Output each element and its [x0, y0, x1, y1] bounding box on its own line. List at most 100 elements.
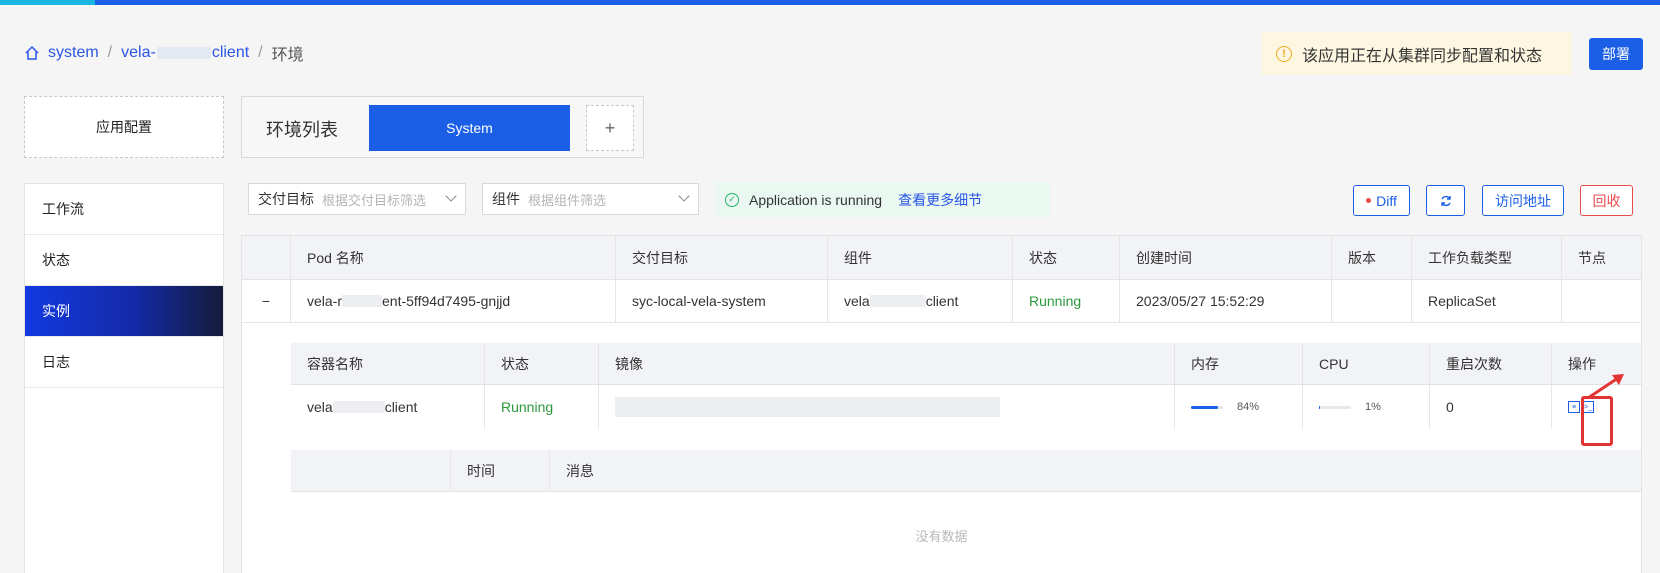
refresh-button[interactable]: [1426, 185, 1465, 216]
more-details-link[interactable]: 查看更多细节: [898, 190, 982, 210]
chevron-down-icon: [678, 190, 690, 202]
breadcrumb-system[interactable]: system: [48, 44, 99, 62]
header-cell: 重启次数: [1430, 343, 1552, 384]
container-name-suffix: client: [384, 399, 418, 415]
top-progress-bar: [0, 0, 1660, 5]
cpu-usage: 1%: [1303, 385, 1430, 429]
cpu-bar-fill: [1319, 405, 1321, 409]
table-row: vela client Running 84% 1% 0 ≡ >_: [291, 385, 1641, 429]
pod-table-header: Pod 名称 交付目标 组件 状态 创建时间 版本 工作负载类型 节点: [242, 236, 1641, 280]
pod-status: Running: [1013, 280, 1120, 322]
redacted-region: [332, 401, 385, 413]
header-cell: 状态: [1013, 236, 1120, 279]
container-name-prefix: vela: [307, 399, 333, 415]
header-cell: 消息: [566, 462, 594, 479]
annotation-arrow-icon: [1587, 374, 1624, 400]
env-list: 环境列表 System +: [241, 96, 644, 158]
env-list-title: 环境列表: [266, 120, 338, 140]
header-cell: CPU: [1303, 343, 1430, 384]
header-cell: 状态: [485, 343, 599, 384]
restart-count: 0: [1430, 385, 1552, 429]
breadcrumb-app[interactable]: vela-client: [121, 44, 249, 62]
target-filter[interactable]: 交付目标 根据交付目标筛选: [248, 183, 466, 215]
breadcrumb-env: 环境: [271, 47, 304, 64]
sidebar-item-status[interactable]: 状态: [25, 235, 223, 286]
breadcrumb-separator: /: [258, 44, 263, 61]
event-table-header: 时间 消息: [291, 450, 1641, 492]
status-banner: ✓ Application is running 查看更多细节: [715, 182, 1050, 217]
header-cell: 镜像: [599, 343, 1175, 384]
memory-bar-fill: [1191, 405, 1218, 409]
instances-panel: Pod 名称 交付目标 组件 状态 创建时间 版本 工作负载类型 节点 − ve…: [241, 235, 1642, 573]
sidebar: 工作流 状态 实例 日志: [24, 183, 224, 573]
app-config-button[interactable]: 应用配置: [24, 96, 224, 158]
redacted-region: [342, 295, 383, 307]
header-cell: 交付目标: [616, 236, 828, 279]
container-image: [599, 385, 1175, 429]
container-status: Running: [485, 385, 599, 429]
pod-name: vela-r ent-5ff94d7495-gnjjd: [291, 280, 616, 322]
breadcrumb-separator: /: [107, 44, 113, 61]
breadcrumb-app-suffix[interactable]: client: [212, 44, 249, 61]
refresh-icon: [1440, 195, 1451, 206]
warning-icon: !: [1276, 45, 1292, 62]
pod-target: syc-local-vela-system: [616, 280, 828, 322]
highlight-box: [1581, 396, 1613, 446]
target-filter-placeholder: 根据交付目标筛选: [322, 192, 427, 208]
add-env-button[interactable]: +: [586, 105, 634, 151]
memory-text: 84%: [1237, 401, 1260, 413]
header-cell: 容器名称: [291, 343, 485, 384]
breadcrumb: system / vela-client / 环境: [24, 41, 304, 65]
table-row[interactable]: − vela-r ent-5ff94d7495-gnjjd syc-local-v…: [242, 280, 1641, 323]
component-prefix: vela: [844, 293, 870, 309]
sidebar-item-logs[interactable]: 日志: [25, 337, 223, 388]
top-progress-accent: [0, 0, 95, 5]
sync-notice-text: 该应用正在从集群同步配置和状态: [1302, 47, 1543, 65]
home-icon[interactable]: [24, 45, 40, 61]
check-circle-icon: ✓: [725, 192, 739, 207]
component-filter[interactable]: 组件 根据组件筛选: [482, 183, 699, 215]
cpu-text: 1%: [1365, 401, 1381, 413]
header-cell: [242, 236, 291, 279]
visit-address-button[interactable]: 访问地址: [1482, 185, 1564, 216]
target-filter-label: 交付目标: [258, 191, 314, 207]
pod-created: 2023/05/27 15:52:29: [1120, 280, 1332, 322]
recycle-button[interactable]: 回收: [1580, 185, 1633, 216]
header-cell: Pod 名称: [291, 236, 616, 279]
header-cell: 节点: [1578, 249, 1606, 266]
deploy-button[interactable]: 部署: [1589, 38, 1643, 70]
container-table-header: 容器名称 状态 镜像 内存 CPU 重启次数 操作: [291, 343, 1641, 385]
header-cell: [291, 450, 451, 491]
collapse-toggle[interactable]: −: [242, 280, 291, 322]
memory-usage: 84%: [1175, 385, 1303, 429]
header-cell: 组件: [828, 236, 1013, 279]
header-cell: 版本: [1332, 236, 1412, 279]
pod-name-prefix: vela-r: [307, 293, 343, 309]
diff-button[interactable]: Diff: [1353, 185, 1410, 216]
pod-node: [1562, 280, 1641, 322]
redacted-region: [869, 295, 926, 307]
sidebar-item-instances[interactable]: 实例: [25, 286, 223, 337]
memory-bar: [1191, 405, 1223, 409]
env-tab-system[interactable]: System: [369, 105, 570, 151]
cpu-bar: [1319, 405, 1351, 409]
diff-label: Diff: [1376, 192, 1397, 209]
breadcrumb-app-prefix[interactable]: vela-: [121, 44, 156, 61]
pod-version: [1332, 280, 1412, 322]
sidebar-item-workflow[interactable]: 工作流: [25, 184, 223, 235]
pod-component: vela client: [828, 280, 1013, 322]
chevron-down-icon: [445, 190, 457, 202]
header-cell: 创建时间: [1120, 236, 1332, 279]
header-cell: 工作负载类型: [1412, 236, 1562, 279]
log-icon[interactable]: ≡: [1568, 401, 1580, 413]
diff-dot-icon: [1366, 198, 1372, 203]
component-suffix: client: [925, 293, 959, 309]
pod-workload: ReplicaSet: [1412, 280, 1562, 322]
sync-notice: ! 该应用正在从集群同步配置和状态: [1262, 32, 1572, 75]
component-filter-label: 组件: [492, 191, 520, 207]
pod-name-suffix: ent-5ff94d7495-gnjjd: [382, 293, 511, 309]
redacted-region: [156, 46, 211, 59]
redacted-region: [615, 397, 1000, 417]
container-name: vela client: [291, 385, 485, 429]
header-cell: 时间: [451, 450, 550, 491]
